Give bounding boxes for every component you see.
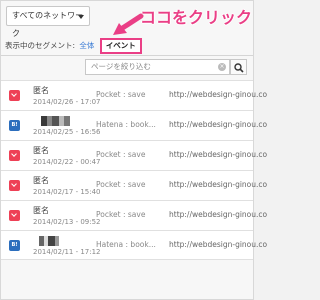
row-date: 2014/02/17 - 15:40 <box>33 188 101 196</box>
user-name: 匿名 <box>33 86 49 95</box>
row-url[interactable]: http://webdesign-ginou.co <box>169 180 267 189</box>
network-select-label: すべてのネットワーク <box>12 11 84 38</box>
row-url[interactable]: http://webdesign-ginou.co <box>169 150 267 159</box>
row-date: 2014/02/22 - 00:47 <box>33 158 101 166</box>
share-panel: すべてのネットワーク ココをクリック 表示中のセグメント: 全体 イベント ペー… <box>0 0 267 300</box>
hatena-bookmark-icon: B! <box>9 240 20 251</box>
row-description: Pocket : save <box>96 180 146 189</box>
share-list: 匿名 2014/02/26 - 17:07 Pocket : save http… <box>1 80 267 260</box>
network-select[interactable]: すべてのネットワーク <box>6 6 90 38</box>
pocket-icon <box>9 150 20 161</box>
row-url[interactable]: http://webdesign-ginou.co <box>169 240 267 249</box>
list-item[interactable]: 匿名 2014/02/17 - 15:40 Pocket : save http… <box>1 170 267 200</box>
row-date: 2014/02/11 - 17:12 <box>33 248 101 256</box>
hatena-bookmark-icon: B! <box>9 120 20 131</box>
row-url[interactable]: http://webdesign-ginou.co <box>169 90 267 99</box>
annotation-label: ココをクリック <box>140 8 253 27</box>
segment-bar: 表示中のセグメント: 全体 イベント <box>5 38 142 54</box>
search-placeholder: ページを絞り込む <box>91 62 151 71</box>
pocket-icon <box>9 90 20 101</box>
segment-all-link[interactable]: 全体 <box>79 41 94 50</box>
user-name: 匿名 <box>33 206 49 215</box>
segment-event-tab[interactable]: イベント <box>99 38 142 54</box>
row-description: Pocket : save <box>96 150 146 159</box>
pocket-icon <box>9 210 20 221</box>
list-item[interactable]: 匿名 2014/02/26 - 17:07 Pocket : save http… <box>1 80 267 110</box>
list-item[interactable]: B! 2014/02/25 - 16:56 Hatena : book... h… <box>1 110 267 140</box>
row-date: 2014/02/13 - 09:52 <box>33 218 101 226</box>
segment-label: 表示中のセグメント: <box>5 41 76 50</box>
row-date: 2014/02/25 - 16:56 <box>33 128 101 136</box>
pocket-icon <box>9 180 20 191</box>
row-date: 2014/02/26 - 17:07 <box>33 98 101 106</box>
divider <box>1 55 253 56</box>
row-description: Pocket : save <box>96 210 146 219</box>
avatar <box>33 236 73 246</box>
clear-icon[interactable]: × <box>218 63 226 71</box>
search-icon <box>234 63 244 73</box>
search-button[interactable] <box>230 59 247 75</box>
row-description: Hatena : book... <box>96 120 156 129</box>
row-description: Hatena : book... <box>96 240 156 249</box>
user-name: 匿名 <box>33 146 49 155</box>
list-item[interactable]: B! 2014/02/11 - 17:12 Hatena : book... h… <box>1 230 267 260</box>
row-description: Pocket : save <box>96 90 146 99</box>
row-url[interactable]: http://webdesign-ginou.co <box>169 210 267 219</box>
chevron-down-icon <box>78 15 84 19</box>
search-input[interactable]: ページを絞り込む × <box>85 59 230 75</box>
row-url[interactable]: http://webdesign-ginou.co <box>169 120 267 129</box>
list-item[interactable]: 匿名 2014/02/22 - 00:47 Pocket : save http… <box>1 140 267 170</box>
user-name: 匿名 <box>33 176 49 185</box>
list-item[interactable]: 匿名 2014/02/13 - 09:52 Pocket : save http… <box>1 200 267 230</box>
avatar <box>33 116 73 126</box>
